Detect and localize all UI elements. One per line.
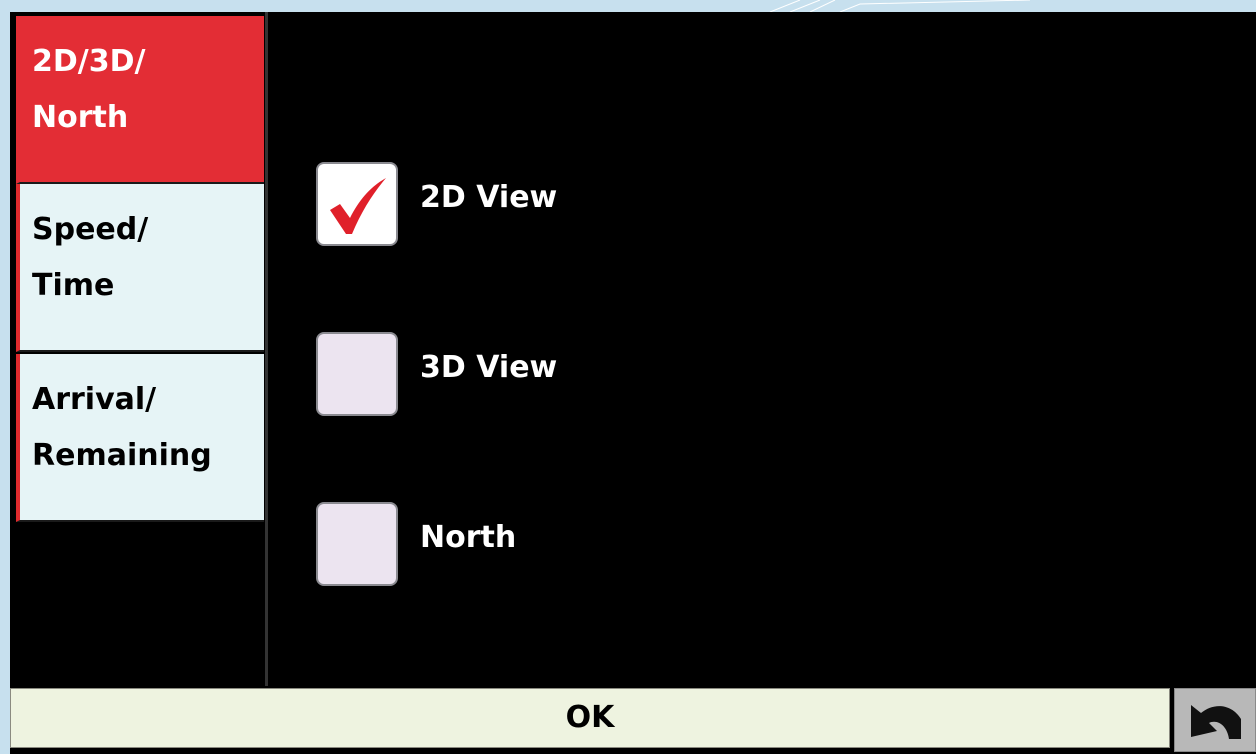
sidebar-item-label-line-1: 2D/3D/ (32, 44, 146, 79)
option-label: 2D View (420, 180, 558, 215)
option-2d-view[interactable]: 2D View (316, 162, 1016, 252)
sidebar-item-2d-3d-north[interactable]: 2D/3D/ North (16, 16, 264, 184)
sidebar-item-label-line-2: Time (32, 268, 115, 303)
sidebar-item-arrival-remaining[interactable]: Arrival/ Remaining (16, 354, 264, 522)
sidebar: 2D/3D/ North Speed/ Time Arrival/ Remain… (10, 12, 265, 686)
checkbox-2d-view[interactable] (316, 162, 398, 246)
checkmark-icon (330, 178, 386, 234)
sidebar-item-label-line-2: Remaining (32, 438, 212, 473)
bottom-bar: OK (10, 686, 1256, 754)
checkbox-north[interactable] (316, 502, 398, 586)
option-label: North (420, 520, 517, 555)
background-decoration (769, 0, 1031, 12)
display-settings-screen: 2D/3D/ North Speed/ Time Arrival/ Remain… (10, 12, 1256, 754)
option-3d-view[interactable]: 3D View (316, 332, 1016, 422)
sidebar-item-speed-time[interactable]: Speed/ Time (16, 184, 264, 352)
sidebar-item-label-line-1: Speed/ (32, 212, 149, 247)
checkbox-3d-view[interactable] (316, 332, 398, 416)
back-arrow-icon (1191, 705, 1241, 739)
ok-button[interactable]: OK (10, 688, 1170, 748)
sidebar-item-label-line-1: Arrival/ (32, 382, 157, 417)
sidebar-item-label-line-2: North (32, 100, 129, 135)
back-button[interactable] (1174, 688, 1256, 752)
option-label: 3D View (420, 350, 558, 385)
sidebar-divider (265, 12, 268, 686)
option-north[interactable]: North (316, 502, 1016, 592)
